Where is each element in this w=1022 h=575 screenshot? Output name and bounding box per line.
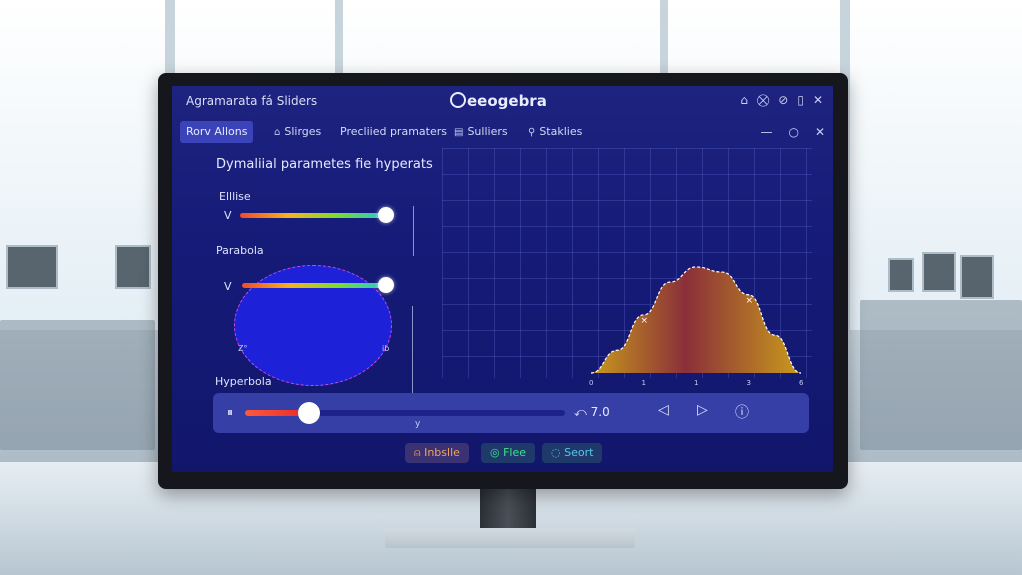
x-tick-label: 6: [799, 379, 804, 387]
marked-point: ×: [641, 316, 649, 326]
tab-staklies[interactable]: ⚲ Staklies: [522, 121, 588, 143]
time-readout: ⤺ 7.0: [574, 405, 610, 419]
settings-icon[interactable]: ⊘: [778, 93, 788, 108]
close-panel-icon[interactable]: ✕: [815, 125, 825, 139]
tab-rorv-allons[interactable]: Rorv Allons: [180, 121, 254, 143]
hyperbola-label: Hyperbola: [215, 375, 272, 388]
ellipse-axis-left-label: Z°: [238, 344, 248, 353]
ellipse-label: Elllise: [219, 190, 251, 203]
list-icon: ▤: [454, 127, 464, 138]
parabola-slider-track[interactable]: [242, 283, 386, 288]
pin-icon: ⚲: [528, 127, 536, 138]
sort-button[interactable]: ◌ Seort: [542, 443, 603, 463]
tab-label: Precliied pramaters: [340, 125, 447, 138]
timeline-handle[interactable]: [298, 402, 320, 424]
flee-button[interactable]: ◎ Flee: [481, 443, 536, 463]
monitor: Agramarata fá Sliders eeogebra ⌂ ⛒ ⊘ ▯ ✕…: [158, 73, 848, 489]
background-monitor: [960, 255, 994, 299]
home-icon[interactable]: ⌂: [740, 93, 748, 108]
x-tick-label: 3: [747, 379, 751, 387]
area-fill: [591, 267, 801, 373]
tools-icon[interactable]: ⛒: [757, 93, 769, 108]
animation-player: ⏸ y ⤺ 7.0 ◁ ▷ ⓘ: [213, 393, 809, 433]
previous-frame-icon[interactable]: ◁: [658, 402, 669, 418]
window-controls: — ○ ✕: [760, 125, 825, 139]
slider-v-label: V: [224, 209, 232, 222]
ellipse-axis-right-label: ib: [382, 344, 390, 353]
toolbar: Rorv Allons ⌂ Slirges Precliied pramaters…: [172, 118, 833, 148]
tab-label: Staklies: [539, 125, 583, 138]
geogebra-logo: eeogebra: [450, 92, 547, 110]
inline-button[interactable]: ⍝ Inbslle: [405, 443, 469, 463]
window-title: Agramarata fá Sliders: [186, 94, 318, 108]
logo-g-mark: [450, 92, 466, 108]
tab-label: Sulliers: [467, 125, 508, 138]
x-tick-label: 1: [642, 379, 646, 387]
window-icon[interactable]: ▯: [797, 93, 804, 108]
timeline-cursor-label: y: [415, 419, 421, 429]
tab-label: Slirges: [284, 125, 322, 138]
info-icon[interactable]: ⓘ: [735, 402, 749, 422]
tab-slirges[interactable]: ⌂ Slirges: [268, 121, 327, 143]
ellipse-slider-handle[interactable]: [378, 207, 394, 223]
parabola-label: Parabola: [216, 244, 264, 257]
monitor-base: [385, 528, 635, 548]
next-frame-icon[interactable]: ▷: [697, 402, 708, 418]
lock-icon: ⌂: [274, 127, 281, 138]
area-chart: × × 0 1 1 3 6: [589, 266, 804, 387]
maximize-icon[interactable]: ○: [788, 125, 798, 139]
app-screen: Agramarata fá Sliders eeogebra ⌂ ⛒ ⊘ ▯ ✕…: [172, 86, 833, 472]
background-monitor: [922, 252, 956, 292]
parabola-slider-handle[interactable]: [378, 277, 394, 293]
brand-name: eeogebra: [467, 92, 547, 110]
ellipse-slider-track[interactable]: [240, 213, 386, 218]
panel-heading: Dymaliial parametes fie hyperats: [216, 157, 433, 172]
slider-v-label: V: [224, 280, 232, 293]
minimize-icon[interactable]: —: [760, 125, 772, 139]
background-desk: [860, 300, 1022, 450]
tab-precliied-pramaters[interactable]: Precliied pramaters: [334, 121, 453, 143]
tab-sulliers[interactable]: ▤ Sulliers: [448, 121, 514, 143]
title-bar: Agramarata fá Sliders eeogebra ⌂ ⛒ ⊘ ▯ ✕: [172, 86, 833, 118]
x-tick-label: 1: [694, 379, 698, 387]
background-monitor: [888, 258, 914, 292]
background-desk: [0, 320, 155, 450]
close-icon[interactable]: ✕: [813, 93, 823, 108]
x-tick-label: 0: [589, 379, 593, 387]
background-monitor: [6, 245, 58, 289]
tab-label: Rorv Allons: [186, 125, 248, 138]
pause-icon[interactable]: ⏸: [227, 405, 233, 420]
divider-line: [413, 206, 414, 256]
timeline-track[interactable]: [245, 402, 565, 424]
marked-point: ×: [746, 296, 754, 306]
title-icons: ⌂ ⛒ ⊘ ▯ ✕: [740, 93, 823, 108]
main-content: Dymaliial parametes fie hyperats Elllise…: [172, 148, 833, 472]
background-monitor: [115, 245, 151, 289]
